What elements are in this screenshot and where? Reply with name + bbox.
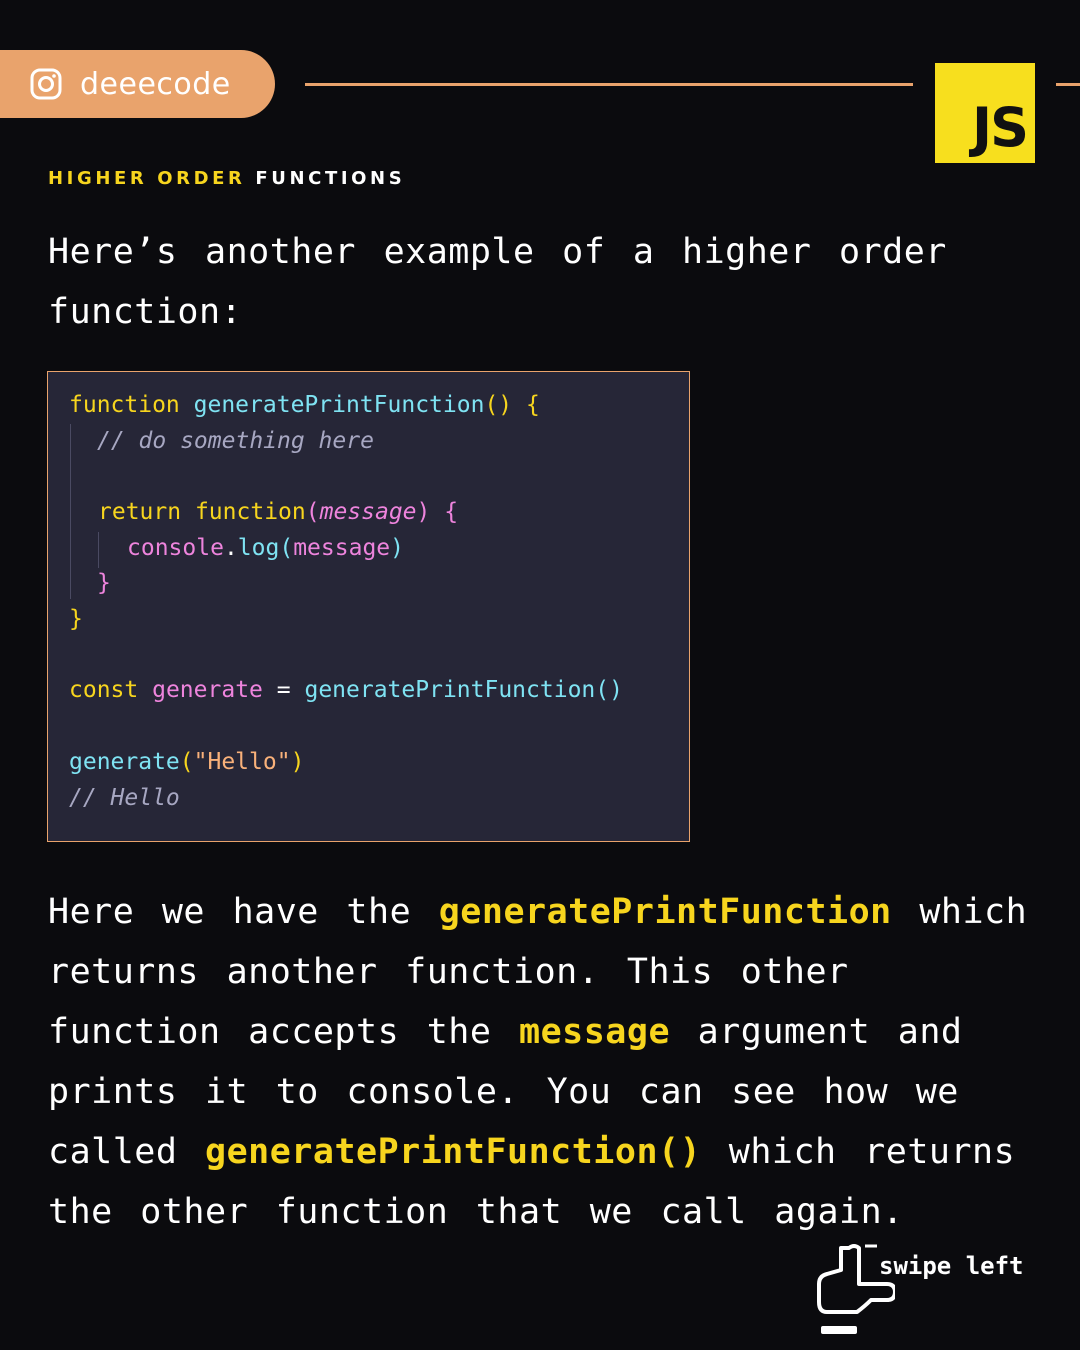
header-divider [305,83,913,86]
code-token: . [223,535,238,561]
code-token: = [276,677,291,703]
code-token: log [237,535,280,561]
swipe-hint[interactable]: swipe left [815,1240,1045,1340]
code-token: } [97,570,111,596]
body-highlight: generatePrintFunction [438,892,892,932]
header-divider-right [1056,83,1080,86]
js-logo: JS [935,63,1035,163]
profile-pill[interactable]: deeecode [0,50,275,118]
code-token: ) { [416,499,459,525]
instagram-icon [30,68,62,100]
code-comment: // Hello [69,785,180,811]
code-token: const [69,677,139,703]
code-comment: // do something here [97,428,374,454]
code-token: return [98,499,182,525]
swipe-label: swipe left [879,1252,1024,1280]
code-token: function [69,392,180,418]
profile-handle: deeecode [80,66,231,102]
code-token: function [194,499,306,525]
code-token: ( [179,749,194,775]
code-token: () [595,677,623,703]
code-line-6: } [69,606,83,632]
js-logo-text: JS [972,96,1029,159]
body-highlight: message [519,1012,671,1052]
indent-guide-inner [98,532,99,568]
eyebrow-highlight: HIGHER ORDER [48,168,246,189]
body-text: Here we have the [48,892,439,932]
indent-guide [70,424,71,599]
topic-eyebrow: HIGHER ORDER FUNCTIONS [48,168,405,189]
code-line-5: } [97,570,111,596]
code-token: console [127,535,224,561]
code-token: } [69,606,83,632]
code-token: message [293,535,391,561]
code-token: ( [279,535,294,561]
code-line-3: return function(message) { [98,499,458,525]
code-token: generate [152,677,263,703]
intro-text: Here’s another example of a higher order… [48,232,947,332]
code-line-7: const generate = generatePrintFunction() [69,677,623,703]
code-line-2: // do something here [97,428,374,454]
code-line-1: function generatePrintFunction() { [69,392,540,418]
code-block: function generatePrintFunction() { // do… [47,371,690,842]
code-token: generatePrintFunction [304,677,596,703]
explanation-text: Here we have the generatePrintFunction w… [48,882,1038,1242]
code-token: message [319,499,417,525]
code-string: "Hello" [193,749,291,775]
code-token: () { [484,392,540,418]
code-line-9: // Hello [69,785,180,811]
body-highlight: generatePrintFunction() [205,1132,702,1172]
code-token: ( [305,499,320,525]
code-token: generatePrintFunction [193,392,485,418]
eyebrow-rest: FUNCTIONS [255,168,406,189]
code-line-4: console.log(message) [127,535,404,561]
code-token: ) [390,535,404,561]
code-line-8: generate("Hello") [69,749,304,775]
code-token: generate [69,749,180,775]
code-token: ) [290,749,305,775]
